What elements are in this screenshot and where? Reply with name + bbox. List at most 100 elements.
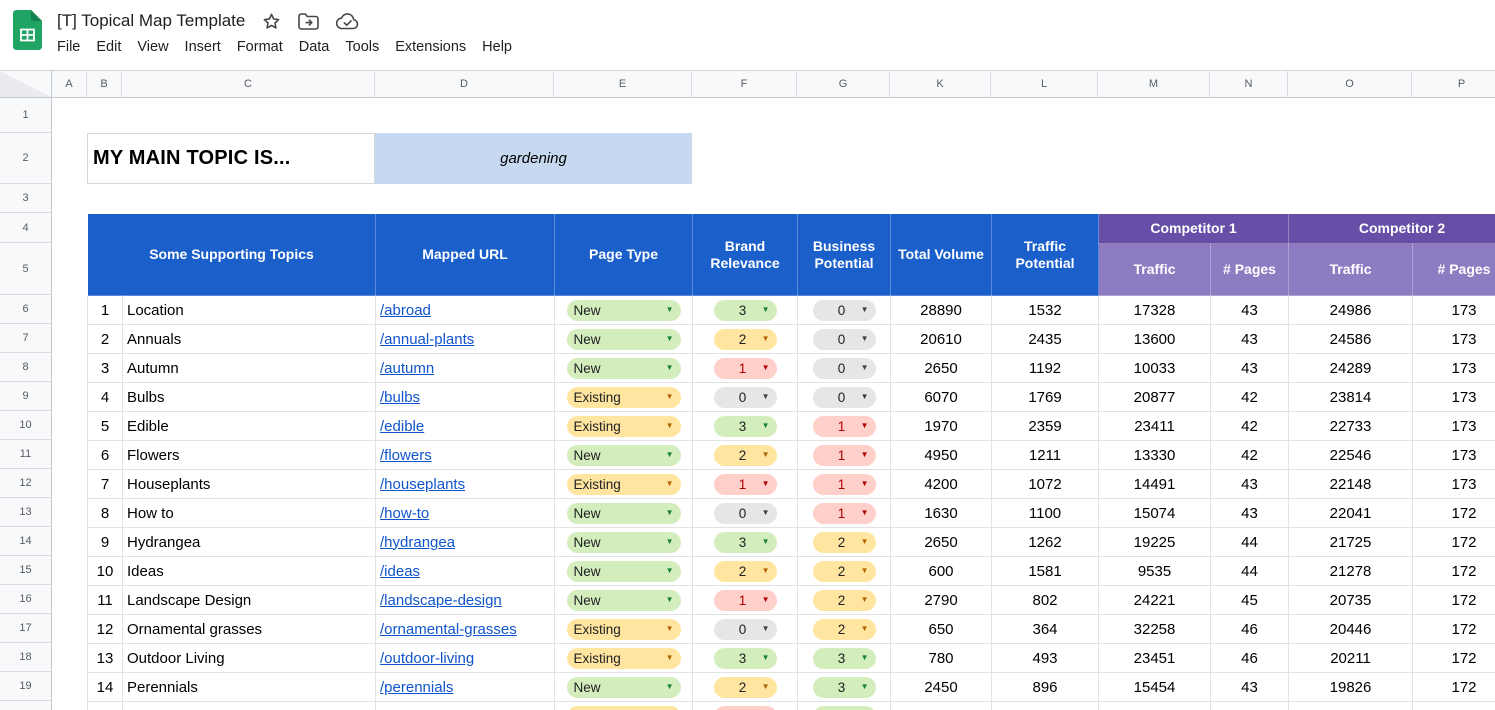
column-header-M[interactable]: M: [1098, 71, 1210, 98]
page-type-chip[interactable]: Existing▼: [566, 415, 681, 437]
total-volume-cell[interactable]: 650: [890, 614, 993, 644]
row-number-cell[interactable]: 14: [87, 672, 123, 702]
total-volume-cell[interactable]: 780: [890, 643, 993, 673]
business-potential-chip[interactable]: 1 ▼: [812, 502, 876, 524]
business-potential-cell[interactable]: 3▼: [797, 643, 892, 673]
header-competitor1-traffic[interactable]: Traffic: [1098, 243, 1212, 296]
brand-relevance-chip[interactable]: 3 ▼: [713, 415, 777, 437]
competitor2-traffic-cell[interactable]: 24986: [1288, 295, 1414, 325]
competitor2-pages-cell[interactable]: 172: [1412, 498, 1495, 528]
column-header-N[interactable]: N: [1210, 71, 1288, 98]
mapped-url-cell[interactable]: /bulbs: [375, 382, 556, 412]
topic-cell[interactable]: Hydrangea: [121, 527, 377, 557]
traffic-potential-cell[interactable]: 2435: [991, 324, 1100, 354]
competitor2-traffic-cell[interactable]: 24289: [1288, 353, 1414, 383]
header-competitor2-traffic[interactable]: Traffic: [1288, 243, 1414, 296]
header-competitor1-pages[interactable]: # Pages: [1210, 243, 1290, 296]
competitor1-traffic-cell[interactable]: 24221: [1098, 585, 1212, 615]
row-header-19[interactable]: 19: [0, 672, 52, 701]
column-header-K[interactable]: K: [890, 71, 991, 98]
competitor2-pages-cell[interactable]: 173: [1412, 411, 1495, 441]
traffic-potential-cell[interactable]: 493: [991, 643, 1100, 673]
row-header-9[interactable]: 9: [0, 382, 52, 411]
brand-relevance-chip[interactable]: 2 ▼: [713, 560, 777, 582]
row-header-17[interactable]: 17: [0, 614, 52, 643]
page-type-cell[interactable]: New ▼: [554, 324, 694, 354]
total-volume-cell[interactable]: [890, 701, 993, 710]
main-topic-label-cell[interactable]: MY MAIN TOPIC IS...: [87, 133, 375, 184]
move-folder-icon[interactable]: [298, 12, 320, 30]
page-type-chip[interactable]: New ▼: [566, 328, 681, 350]
total-volume-cell[interactable]: 2650: [890, 353, 993, 383]
competitor1-pages-cell[interactable]: 43: [1210, 672, 1290, 702]
traffic-potential-cell[interactable]: 1581: [991, 556, 1100, 586]
business-potential-cell[interactable]: 2 ▼: [797, 527, 892, 557]
mapped-url-link[interactable]: /abroad: [380, 302, 431, 319]
competitor1-pages-cell[interactable]: 44: [1210, 556, 1290, 586]
competitor2-pages-cell[interactable]: 172: [1412, 672, 1495, 702]
mapped-url-cell[interactable]: [375, 701, 556, 710]
mapped-url-link[interactable]: /landscape-design: [380, 592, 502, 609]
row-header-4[interactable]: 4: [0, 213, 52, 243]
brand-relevance-chip[interactable]: 0 ▼: [713, 502, 777, 524]
column-header-D[interactable]: D: [375, 71, 554, 98]
topic-cell[interactable]: Autumn: [121, 353, 377, 383]
row-header-14[interactable]: 14: [0, 527, 52, 556]
mapped-url-cell[interactable]: /autumn: [375, 353, 556, 383]
mapped-url-link[interactable]: /hydrangea: [380, 534, 455, 551]
row-number-cell[interactable]: 9: [87, 527, 123, 557]
business-potential-cell[interactable]: 0 ▼: [797, 382, 892, 412]
row-number-cell[interactable]: 10: [87, 556, 123, 586]
mapped-url-cell[interactable]: /how-to: [375, 498, 556, 528]
brand-relevance-cell[interactable]: 3 ▼: [692, 411, 799, 441]
page-type-cell[interactable]: Existing▼: [554, 411, 694, 441]
competitor1-traffic-cell[interactable]: 14491: [1098, 469, 1212, 499]
select-all-corner[interactable]: [0, 71, 52, 98]
competitor2-pages-cell[interactable]: 172: [1412, 643, 1495, 673]
mapped-url-link[interactable]: /autumn: [380, 360, 434, 377]
total-volume-cell[interactable]: 2790: [890, 585, 993, 615]
document-title[interactable]: [T] Topical Map Template: [57, 11, 245, 31]
row-header-6[interactable]: 6: [0, 295, 52, 324]
competitor1-traffic-cell[interactable]: 23411: [1098, 411, 1212, 441]
page-type-chip[interactable]: Existing▼: [566, 705, 681, 710]
brand-relevance-chip[interactable]: 2 ▼: [713, 328, 777, 350]
total-volume-cell[interactable]: 6070: [890, 382, 993, 412]
brand-relevance-cell[interactable]: 3 ▼: [692, 527, 799, 557]
page-type-cell[interactable]: New ▼: [554, 527, 694, 557]
brand-relevance-cell[interactable]: 0 ▼: [692, 498, 799, 528]
competitor2-pages-cell[interactable]: 173: [1412, 440, 1495, 470]
business-potential-cell[interactable]: 0 ▼: [797, 353, 892, 383]
competitor2-pages-cell[interactable]: 173: [1412, 382, 1495, 412]
page-type-cell[interactable]: New ▼: [554, 295, 694, 325]
competitor1-pages-cell[interactable]: 44: [1210, 527, 1290, 557]
competitor2-traffic-cell[interactable]: [1288, 701, 1414, 710]
brand-relevance-cell[interactable]: 2 ▼: [692, 440, 799, 470]
competitor2-pages-cell[interactable]: 173: [1412, 295, 1495, 325]
business-potential-chip[interactable]: 1 ▼: [812, 444, 876, 466]
column-header-L[interactable]: L: [991, 71, 1098, 98]
business-potential-chip[interactable]: 2 ▼: [812, 618, 876, 640]
brand-relevance-chip[interactable]: 0 ▼: [713, 386, 777, 408]
page-type-cell[interactable]: New ▼: [554, 353, 694, 383]
mapped-url-link[interactable]: /outdoor-living: [380, 650, 474, 667]
competitor1-pages-cell[interactable]: 42: [1210, 382, 1290, 412]
mapped-url-cell[interactable]: /hydrangea: [375, 527, 556, 557]
column-header-P[interactable]: P: [1412, 71, 1495, 98]
mapped-url-link[interactable]: /ornamental-grasses: [380, 621, 517, 638]
business-potential-cell[interactable]: 3▼: [797, 672, 892, 702]
business-potential-chip[interactable]: 3▼: [812, 705, 876, 710]
row-header-12[interactable]: 12: [0, 469, 52, 498]
competitor1-traffic-cell[interactable]: [1098, 701, 1212, 710]
competitor2-traffic-cell[interactable]: 20735: [1288, 585, 1414, 615]
page-type-cell[interactable]: Existing▼: [554, 701, 694, 710]
page-type-cell[interactable]: Existing▼: [554, 469, 694, 499]
row-number-cell[interactable]: 1: [87, 295, 123, 325]
column-header-C[interactable]: C: [122, 71, 375, 98]
brand-relevance-chip[interactable]: 3 ▼: [713, 531, 777, 553]
star-icon[interactable]: [262, 12, 281, 31]
competitor1-pages-cell[interactable]: 45: [1210, 585, 1290, 615]
business-potential-cell[interactable]: 2 ▼: [797, 585, 892, 615]
total-volume-cell[interactable]: 28890: [890, 295, 993, 325]
competitor1-traffic-cell[interactable]: 32258: [1098, 614, 1212, 644]
